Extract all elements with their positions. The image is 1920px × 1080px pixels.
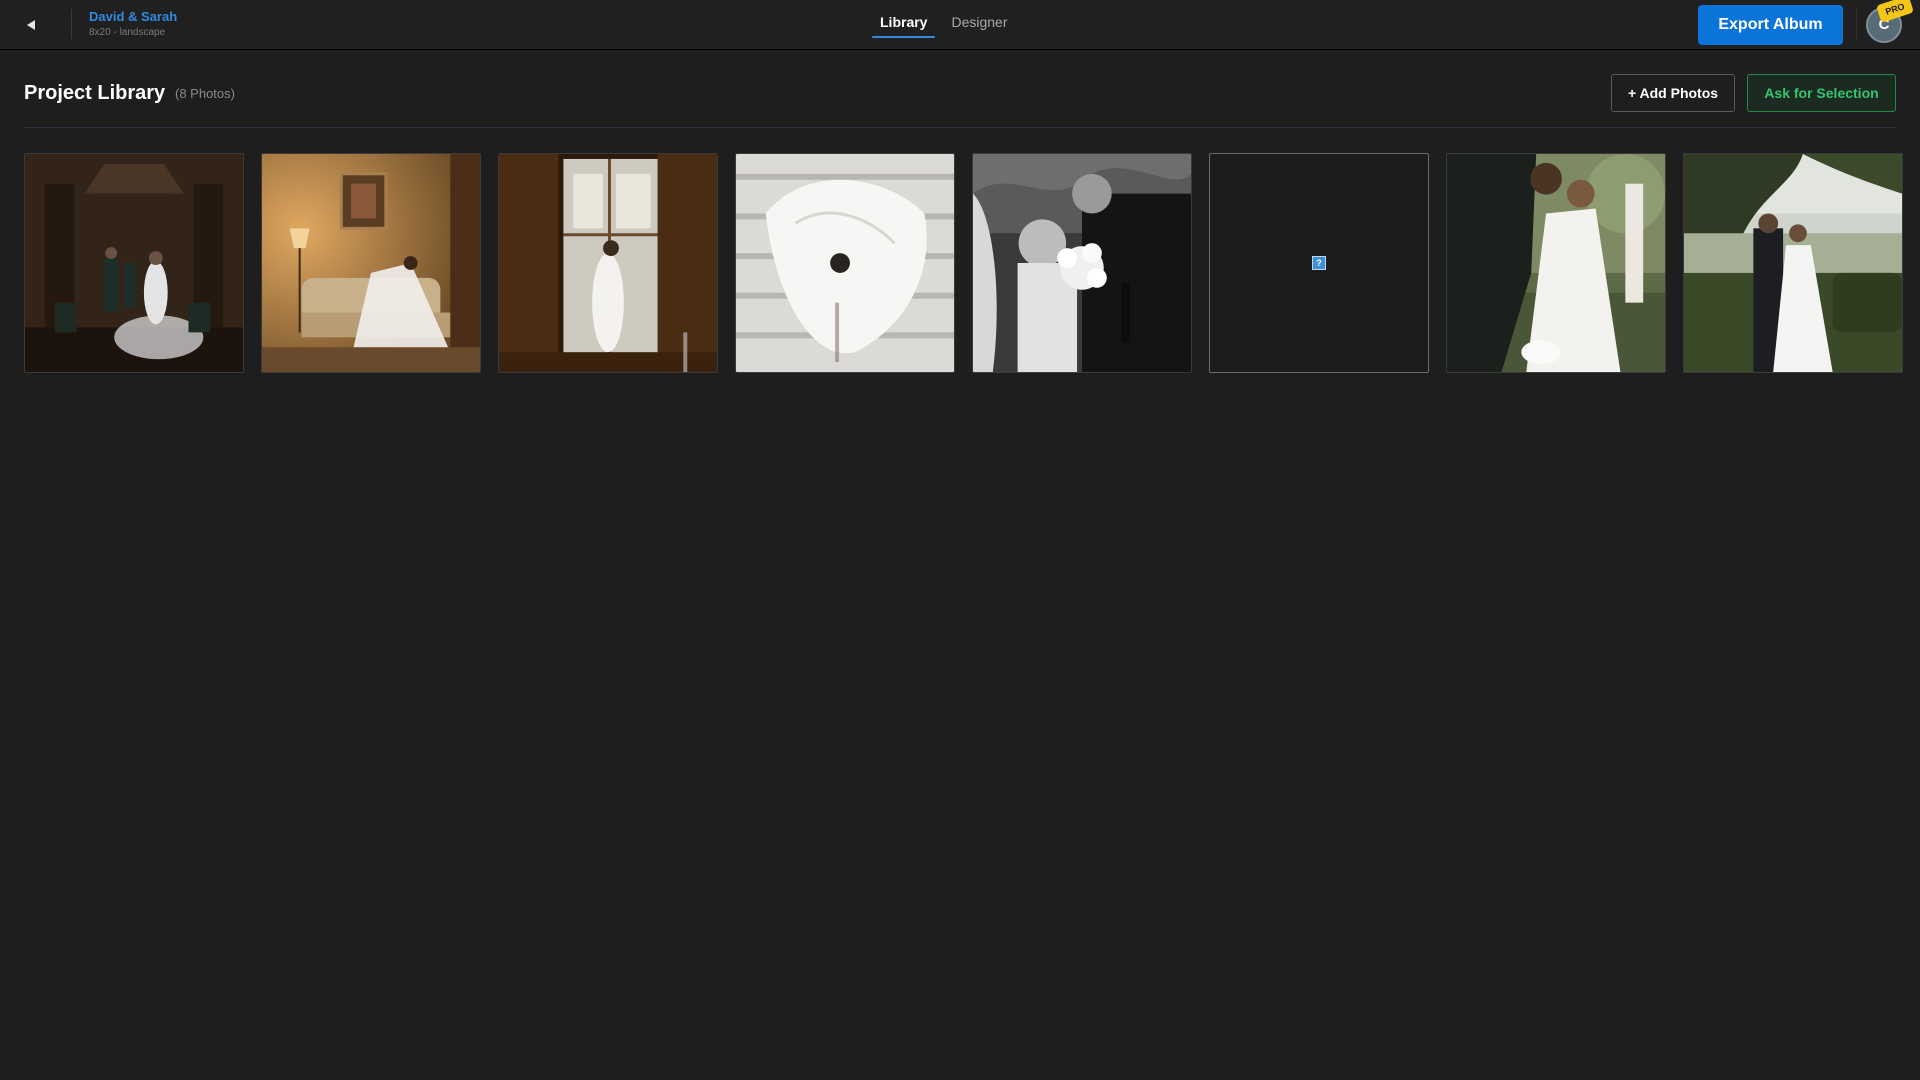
- photo-count: (8 Photos): [175, 86, 235, 101]
- project-meta: 8x20 - landscape: [89, 27, 166, 38]
- photo-couple-kiss-outdoor[interactable]: [1446, 153, 1666, 373]
- photo-couple-garden-view[interactable]: [1683, 153, 1903, 373]
- page-title: Project Library: [24, 82, 166, 104]
- broken-image-icon: ?: [1312, 256, 1326, 270]
- back-button[interactable]: [18, 12, 44, 38]
- tab-library[interactable]: Library: [868, 0, 939, 50]
- view-tabs: Library Designer: [868, 0, 1020, 50]
- photo-bride-stairs-top-view[interactable]: [735, 153, 955, 373]
- tab-designer[interactable]: Designer: [939, 0, 1019, 50]
- photo-bride-window-silhouette[interactable]: [498, 153, 718, 373]
- header-divider: [24, 127, 1896, 128]
- photo-bridal-party-dark-room[interactable]: [24, 153, 244, 373]
- project-info[interactable]: David & Sarah 8x20 - landscape: [89, 9, 177, 40]
- back-arrow-icon: [27, 20, 35, 30]
- photo-couple-black-white-bouquet[interactable]: [972, 153, 1192, 373]
- topbar-divider-right: [1856, 9, 1857, 41]
- ask-for-selection-button[interactable]: Ask for Selection: [1747, 74, 1896, 112]
- add-photos-button[interactable]: + Add Photos: [1611, 74, 1735, 112]
- photo-missing-placeholder[interactable]: ?: [1209, 153, 1429, 373]
- top-bar: David & Sarah 8x20 - landscape Library D…: [0, 0, 1920, 50]
- topbar-divider: [71, 9, 72, 39]
- export-album-button[interactable]: Export Album: [1698, 5, 1843, 45]
- photo-bride-sofa-warm-lamp[interactable]: [261, 153, 481, 373]
- project-name[interactable]: David & Sarah: [89, 9, 177, 24]
